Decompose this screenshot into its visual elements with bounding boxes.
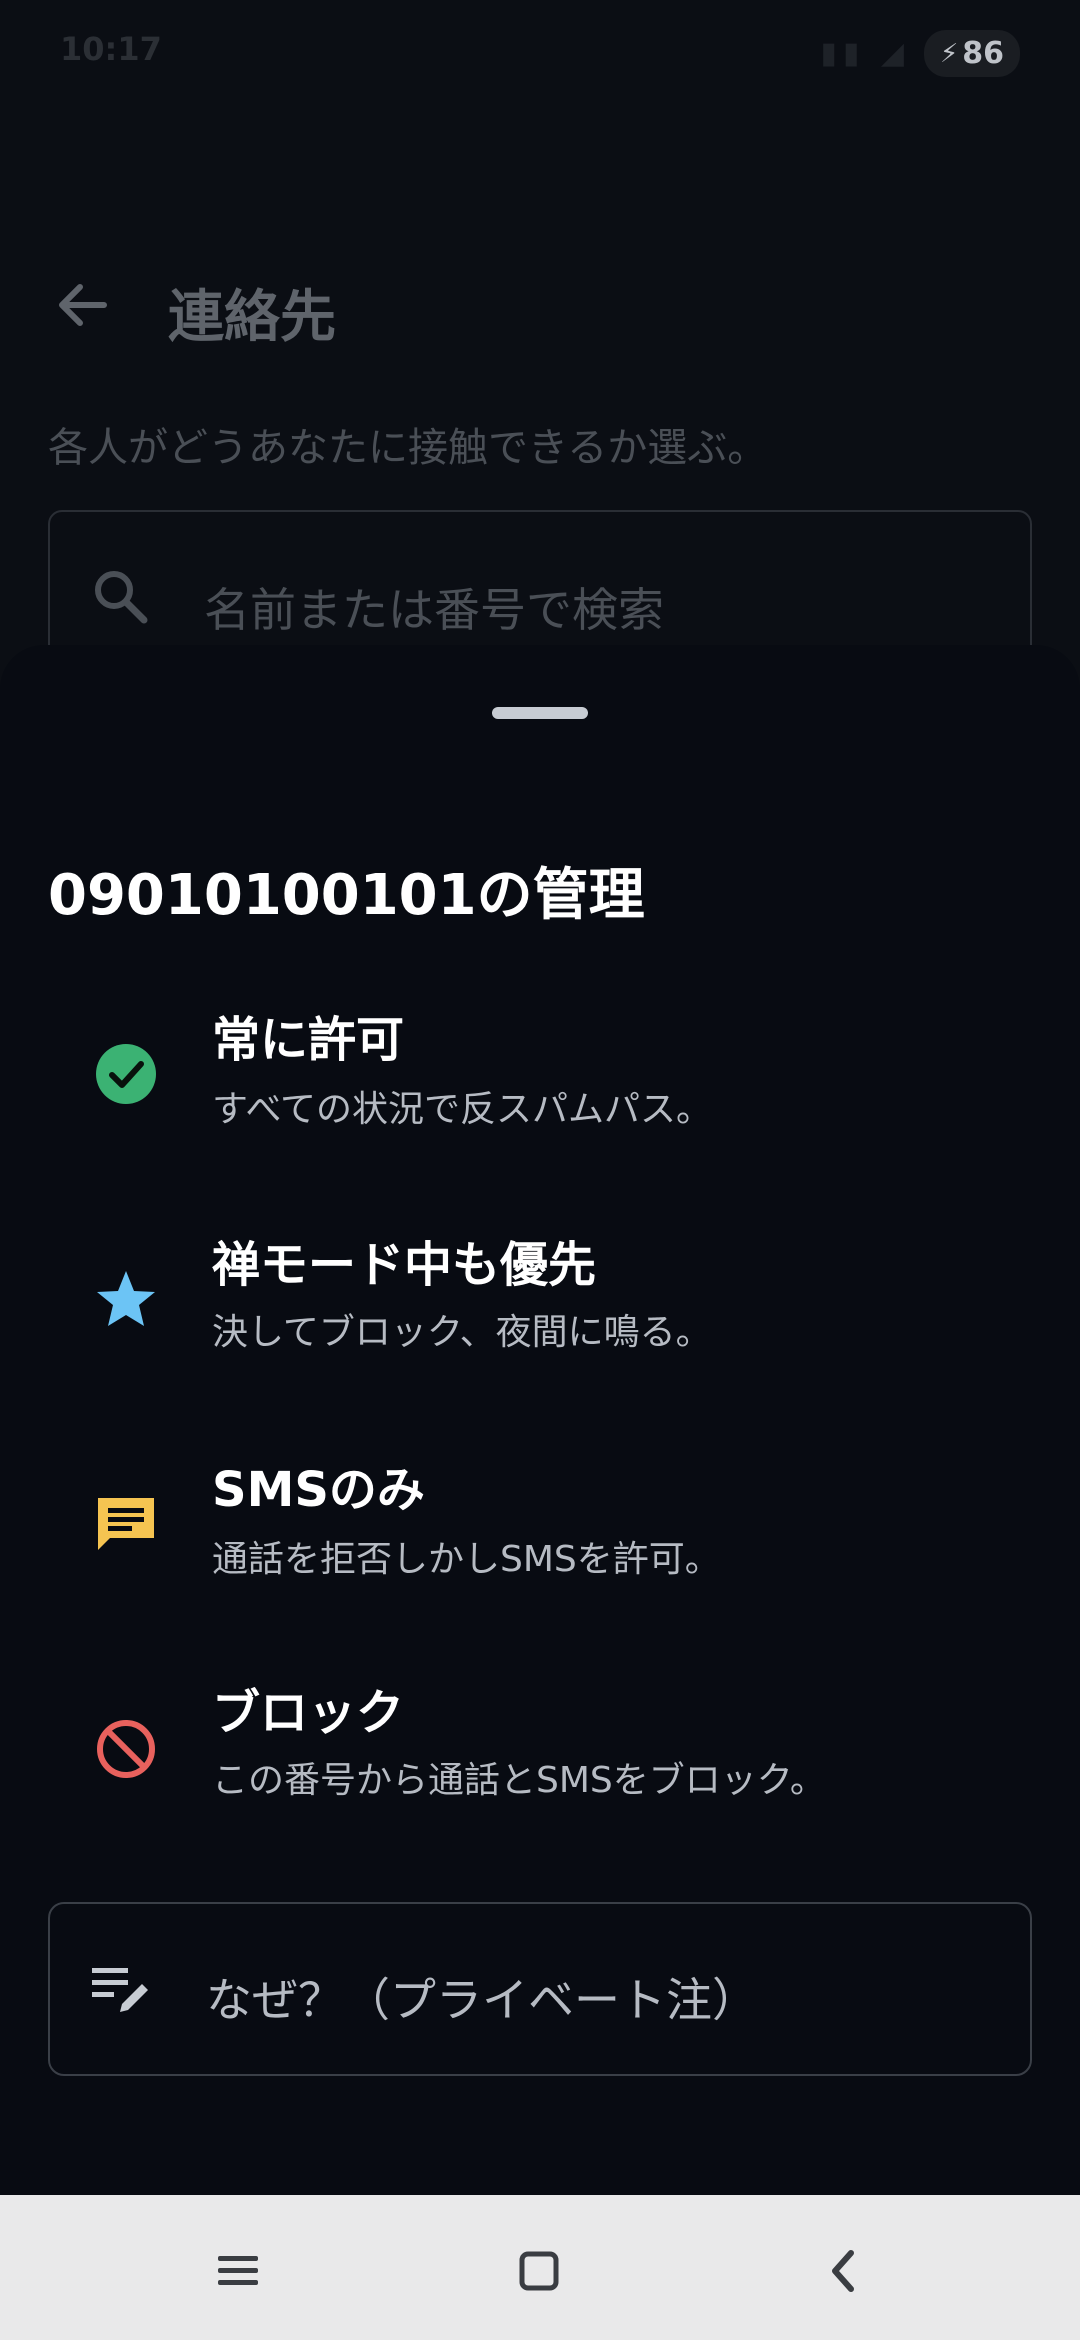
drag-handle[interactable] bbox=[492, 707, 588, 719]
app-bar: 連絡先 bbox=[0, 250, 1080, 360]
sheet-title: 09010100101の管理 bbox=[48, 863, 645, 928]
back-chevron-icon bbox=[832, 2250, 854, 2292]
option-description: この番号から通話とSMSをブロック。 bbox=[212, 1760, 826, 1801]
message-icon bbox=[92, 1490, 160, 1558]
screen: 10:17 ▮▮ ◢ ⚡ 86 連絡先 各人がどうあなたに接触できるか選ぶ。 名… bbox=[0, 0, 1080, 2340]
option-description: 決してブロック、夜間に鳴る。 bbox=[212, 1312, 712, 1353]
option-block[interactable]: ブロック この番号から通話とSMSをブロック。 bbox=[0, 1673, 1080, 1873]
signal-wifi-icons: ▮▮ ◢ bbox=[820, 36, 910, 71]
private-note-label: なぜ？（プライベート注） bbox=[206, 1973, 758, 2027]
star-icon bbox=[92, 1265, 160, 1333]
system-back-button[interactable] bbox=[806, 2235, 878, 2307]
contact-manage-sheet: 09010100101の管理 常に許可 すべての状況で反スパムパス。 禅モード中… bbox=[0, 645, 1080, 2195]
menu-icon bbox=[218, 2256, 258, 2285]
home-square-icon bbox=[519, 2251, 559, 2291]
back-button[interactable] bbox=[42, 270, 122, 340]
option-sms-only[interactable]: SMSのみ 通話を拒否しかしSMSを許可。 bbox=[0, 1450, 1080, 1650]
status-bar: 10:17 ▮▮ ◢ ⚡ 86 bbox=[0, 0, 1080, 110]
block-icon bbox=[92, 1715, 160, 1783]
status-time: 10:17 bbox=[60, 30, 162, 68]
battery-indicator: ⚡ 86 bbox=[923, 30, 1020, 77]
option-description: 通話を拒否しかしSMSを許可。 bbox=[212, 1539, 721, 1580]
private-note-field[interactable]: なぜ？（プライベート注） bbox=[48, 1902, 1032, 2076]
option-title: ブロック bbox=[212, 1685, 405, 1741]
recent-apps-button[interactable] bbox=[202, 2235, 274, 2307]
battery-level: 86 bbox=[962, 36, 1004, 71]
check-circle-icon bbox=[92, 1040, 160, 1108]
status-icons-group: ▮▮ ◢ ⚡ 86 bbox=[820, 30, 1020, 77]
search-placeholder: 名前または番号で検索 bbox=[204, 583, 664, 637]
page-title: 連絡先 bbox=[168, 285, 336, 350]
edit-note-icon bbox=[92, 1968, 148, 2012]
option-title: 常に許可 bbox=[212, 1012, 405, 1068]
option-always-allow[interactable]: 常に許可 すべての状況で反スパムパス。 bbox=[0, 1000, 1080, 1200]
home-button[interactable] bbox=[503, 2235, 575, 2307]
system-nav-bar bbox=[0, 2195, 1080, 2340]
charging-bolt-icon: ⚡ bbox=[939, 38, 959, 69]
page-subtitle: 各人がどうあなたに接触できるか選ぶ。 bbox=[48, 425, 768, 471]
option-title: 禅モード中も優先 bbox=[212, 1237, 597, 1293]
arrow-left-icon bbox=[59, 284, 107, 326]
search-icon bbox=[95, 571, 148, 624]
option-title: SMSのみ bbox=[212, 1462, 425, 1518]
option-zen-priority[interactable]: 禅モード中も優先 決してブロック、夜間に鳴る。 bbox=[0, 1225, 1080, 1425]
option-description: すべての状況で反スパムパス。 bbox=[212, 1089, 713, 1130]
